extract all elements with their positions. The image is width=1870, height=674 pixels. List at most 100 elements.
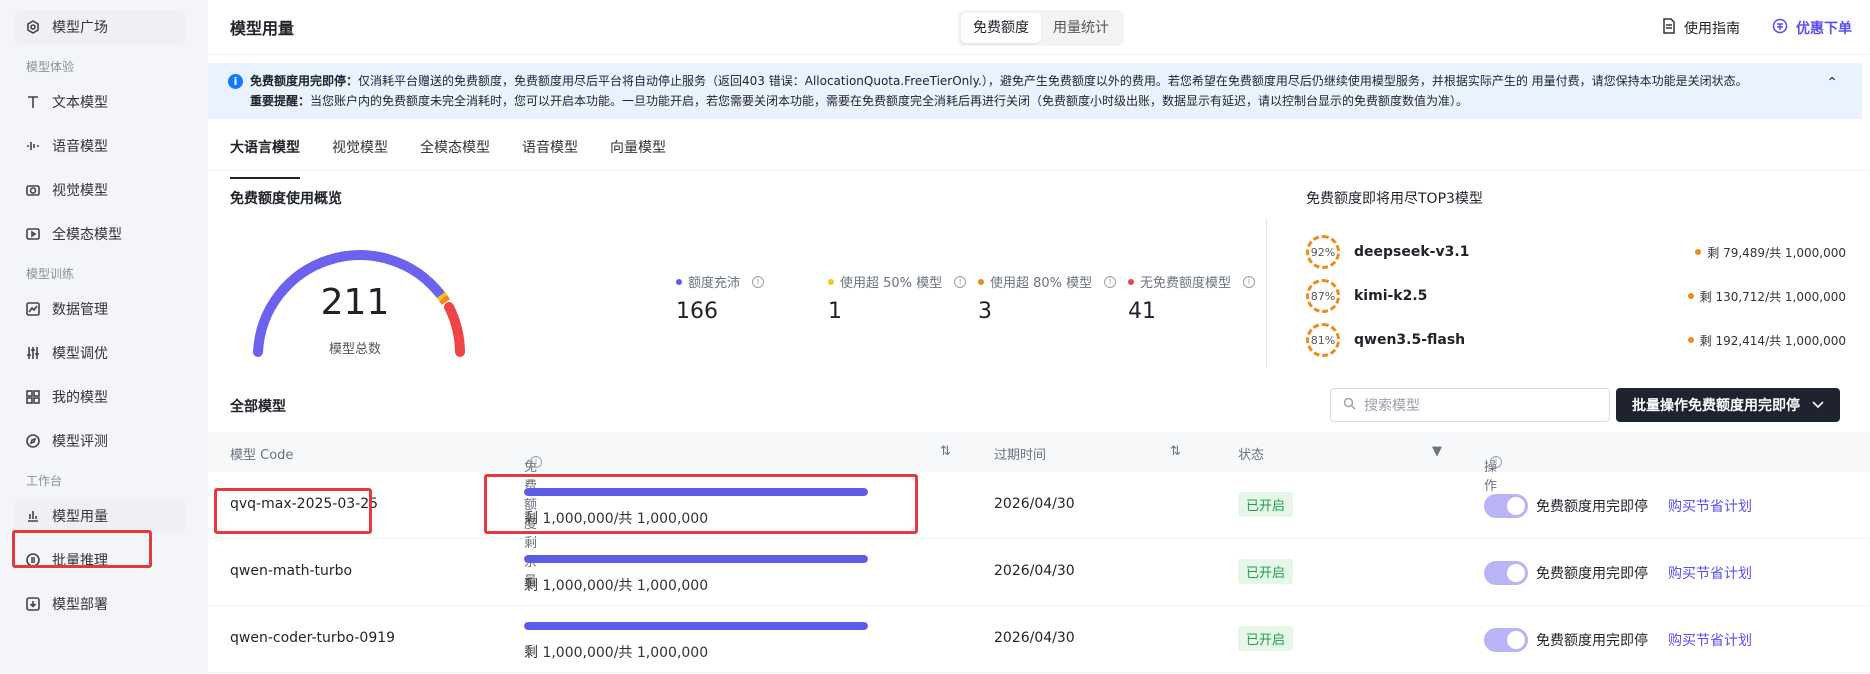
stat-sufficient: 额度充沛 i 166 (676, 272, 765, 324)
quota-progress-fill (524, 488, 868, 496)
model-code: qwen-coder-turbo-0919 (230, 630, 396, 646)
status-dot (1695, 249, 1702, 255)
chevron-down-icon (1812, 397, 1824, 413)
all-models-title: 全部模型 (230, 399, 286, 415)
sort-icon[interactable]: ⇅ (940, 444, 951, 459)
stat-over80: 使用超 80% 模型 i 3 (978, 272, 1117, 324)
help-icon[interactable]: i (1490, 456, 1502, 468)
sidebar-item-text-model[interactable]: 文本模型 (14, 85, 186, 119)
stop-on-exhaust-toggle[interactable] (1484, 494, 1528, 518)
sidebar-item-label: 我的模型 (52, 390, 108, 406)
top3-remain: 剩 130,712/共 1,000,000 (1687, 288, 1846, 305)
promo-link[interactable]: 优惠下单 (1772, 18, 1852, 38)
status-dot (1687, 337, 1694, 343)
buy-savings-plan-link[interactable]: 购买节省计划 (1668, 563, 1752, 583)
top-bar: 模型用量 免费额度 用量统计 使用指南 优惠下单 (208, 0, 1870, 55)
sidebar-item-label: 模型用量 (52, 509, 108, 525)
top3-model-name: kimi-k2.5 (1354, 288, 1428, 304)
info-icon: i (228, 74, 243, 89)
status-badge: 已开启 (1238, 626, 1294, 651)
overview-title: 免费额度使用概览 (230, 191, 342, 207)
top-links: 使用指南 优惠下单 (1662, 0, 1852, 55)
quota-remain-text: 剩 1,000,000/共 1,000,000 (524, 511, 709, 527)
stat-value: 166 (676, 299, 718, 324)
expire-date: 2026/04/30 (994, 563, 1075, 579)
stat-label: 额度充沛 (688, 276, 741, 291)
tab-llm[interactable]: 大语言模型 (230, 135, 300, 179)
batch-action-label: 批量操作免费额度用完即停 (1632, 398, 1800, 414)
sidebar-item-label: 模型评测 (52, 434, 108, 450)
column-header-code: 模型 Code (230, 448, 294, 463)
filter-icon[interactable]: ▼ (1432, 444, 1442, 459)
notice-line-2-bold: 重要提醒： (250, 94, 311, 108)
batch-action-button[interactable]: 批量操作免费额度用完即停 (1616, 388, 1840, 422)
stop-on-exhaust-toggle[interactable] (1484, 628, 1528, 652)
buy-savings-plan-link[interactable]: 购买节省计划 (1668, 496, 1752, 516)
help-icon[interactable]: i (530, 456, 542, 468)
status-dot (828, 278, 834, 285)
stat-value: 3 (978, 299, 992, 324)
sidebar-item-batch-inference[interactable]: 批量推理 (14, 543, 186, 577)
tab-vision[interactable]: 视觉模型 (332, 135, 388, 170)
sidebar-item-vision-model[interactable]: 视觉模型 (14, 173, 186, 207)
sidebar-item-model-plaza[interactable]: 模型广场 (14, 10, 186, 44)
view-switch: 免费额度 用量统计 (958, 10, 1124, 46)
status-dot (676, 278, 682, 285)
sidebar-item-my-models[interactable]: 我的模型 (14, 380, 186, 414)
top3-model-name: deepseek-v3.1 (1354, 244, 1470, 260)
sidebar-item-label: 文本模型 (52, 95, 108, 111)
notice-line-1: 免费额度用完即停：仅消耗平台赠送的免费额度，免费额度用尽后平台将自动停止服务（返… (230, 71, 1842, 91)
sidebar-item-model-tuning[interactable]: 模型调优 (14, 336, 186, 370)
notice-line-1-text: 仅消耗平台赠送的免费额度，免费额度用尽后平台将自动停止服务（返回403 错误：A… (358, 74, 1748, 88)
guide-label: 使用指南 (1684, 20, 1740, 37)
sidebar-item-model-usage[interactable]: 模型用量 (14, 499, 186, 533)
model-code: qvq-max-2025-03-25 (230, 496, 379, 512)
quota-progress-fill (524, 555, 868, 563)
help-icon[interactable]: i (954, 275, 967, 288)
usage-ring: 92% (1306, 235, 1340, 269)
sidebar-item-label: 数据管理 (52, 302, 108, 318)
sidebar-item-model-deploy[interactable]: 模型部署 (14, 587, 186, 621)
bar-chart-icon (24, 507, 42, 525)
main-panel: 模型用量 免费额度 用量统计 使用指南 优惠下单 i 免费额度用完即停：仅消耗平… (208, 0, 1870, 674)
quota-progress-bar (524, 488, 868, 496)
help-icon[interactable]: i (1104, 275, 1117, 288)
sidebar-item-voice-model[interactable]: 语音模型 (14, 129, 186, 163)
tab-usage-stats[interactable]: 用量统计 (1041, 13, 1121, 43)
sort-icon[interactable]: ⇅ (1170, 444, 1181, 459)
compass-icon (24, 432, 42, 450)
toggle-label: 免费额度用完即停 (1536, 566, 1648, 582)
sidebar-item-model-eval[interactable]: 模型评测 (14, 424, 186, 458)
sliders-icon (24, 344, 42, 362)
status-dot (1687, 293, 1694, 299)
chevron-up-icon[interactable]: ⌃ (1826, 73, 1838, 93)
grid-icon (24, 388, 42, 406)
help-icon[interactable]: i (752, 275, 765, 288)
quota-remain-text: 剩 1,000,000/共 1,000,000 (524, 645, 709, 661)
stat-no-quota: 无免费额度模型 i 41 (1128, 272, 1256, 324)
stop-on-exhaust-toggle[interactable] (1484, 561, 1528, 585)
text-icon (24, 93, 42, 111)
sidebar-item-label: 批量推理 (52, 553, 108, 569)
sidebar-item-data-management[interactable]: 数据管理 (14, 292, 186, 326)
sidebar-item-multimodal-model[interactable]: 全模态模型 (14, 217, 186, 251)
tab-voice[interactable]: 语音模型 (522, 135, 578, 170)
top3-remain-text: 剩 130,712/共 1,000,000 (1699, 289, 1846, 304)
deploy-icon (24, 595, 42, 613)
multimodal-icon (24, 225, 42, 243)
stat-over50: 使用超 50% 模型 i 1 (828, 272, 967, 324)
toggle-label: 免费额度用完即停 (1536, 499, 1648, 515)
tab-multimodal[interactable]: 全模态模型 (420, 135, 490, 170)
top3-item: 81% qwen3.5-flash 剩 192,414/共 1,000,000 (1306, 322, 1846, 358)
status-dot (978, 278, 984, 285)
search-input[interactable]: 搜索模型 (1330, 388, 1610, 422)
tab-vector[interactable]: 向量模型 (610, 135, 666, 170)
status-dot (1128, 278, 1134, 285)
buy-savings-plan-link[interactable]: 购买节省计划 (1668, 630, 1752, 650)
guide-link[interactable]: 使用指南 (1662, 17, 1740, 38)
help-icon[interactable]: i (1243, 275, 1256, 288)
tab-free-quota[interactable]: 免费额度 (961, 13, 1041, 43)
sidebar-group-label: 模型体验 (26, 60, 75, 74)
search-icon (1343, 397, 1356, 414)
voice-icon (24, 137, 42, 155)
